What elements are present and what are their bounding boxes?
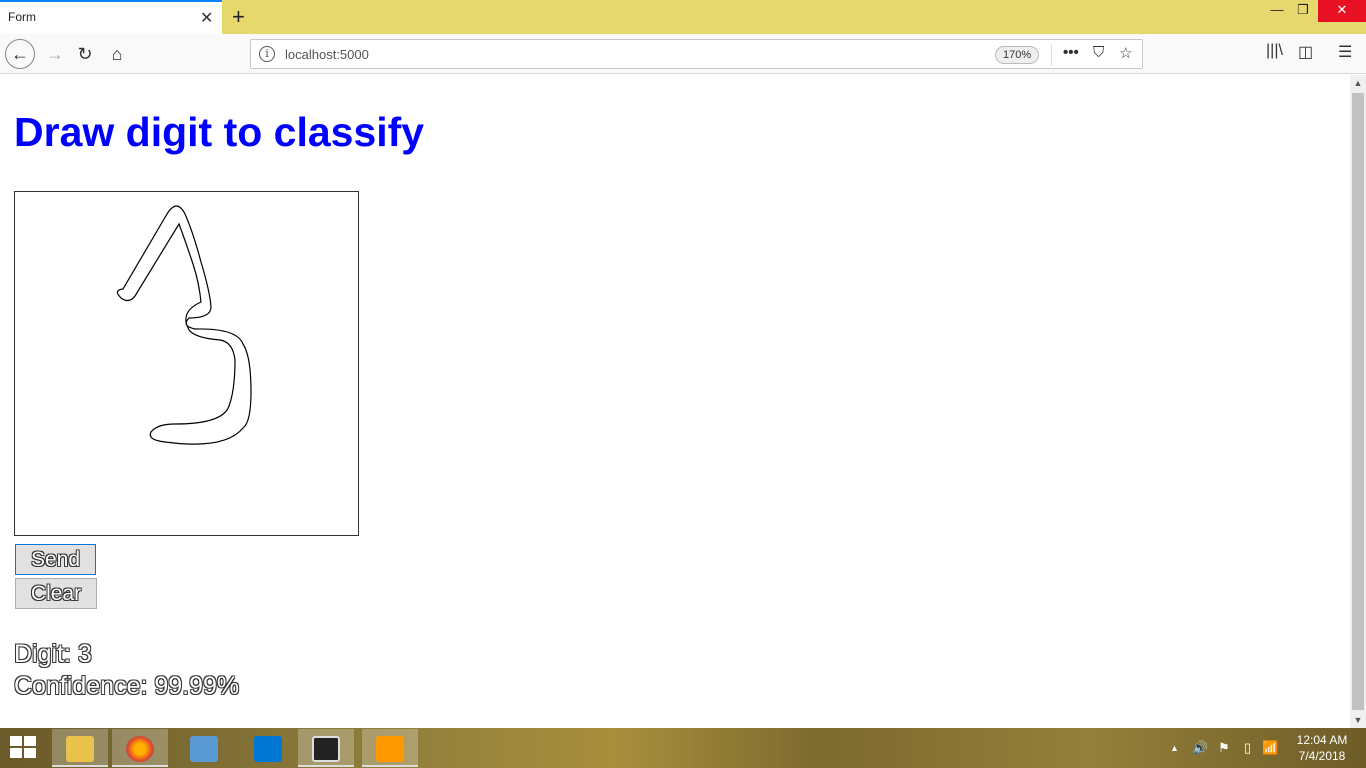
system-clock[interactable]: 12:04 AM 7/4/2018 (1292, 732, 1352, 764)
scroll-up-icon[interactable]: ▲ (1350, 75, 1366, 91)
forward-button[interactable]: → (40, 39, 70, 69)
control-panel-taskbar-button[interactable] (176, 729, 232, 767)
library-icon[interactable]: |||\ (1266, 42, 1283, 60)
drawing-canvas[interactable] (14, 191, 359, 536)
pocket-icon[interactable]: ⛉ (1093, 44, 1104, 61)
clock-time: 12:04 AM (1296, 733, 1348, 747)
sublime-text-icon (376, 736, 404, 762)
network-signal-icon[interactable]: 📶 (1262, 740, 1278, 756)
back-button[interactable]: ← (5, 39, 35, 69)
clear-button[interactable]: Clear (15, 578, 97, 609)
sublime-taskbar-button[interactable] (362, 729, 418, 767)
vscode-taskbar-button[interactable] (240, 729, 296, 767)
battery-icon[interactable]: ▯ (1244, 740, 1251, 756)
firefox-icon (126, 736, 154, 762)
vertical-scrollbar[interactable]: ▲ ▼ (1350, 75, 1366, 728)
control-panel-icon (190, 736, 218, 762)
confidence-result: Confidence: 99.99% (14, 672, 240, 700)
sidebar-icon[interactable]: ◫ (1298, 42, 1313, 62)
firefox-taskbar-button[interactable] (112, 729, 168, 767)
site-info-icon[interactable]: i (259, 46, 275, 62)
tray-chevron-icon[interactable]: ▲ (1170, 743, 1179, 753)
reload-button[interactable]: ↻ (70, 39, 100, 69)
hamburger-menu-icon[interactable]: ☰ (1338, 42, 1352, 62)
scrollbar-thumb[interactable] (1352, 93, 1364, 710)
new-tab-button[interactable]: + (232, 4, 245, 30)
drawn-digit-stroke (116, 205, 252, 445)
close-window-button[interactable]: ✕ (1318, 0, 1366, 22)
file-explorer-taskbar-button[interactable] (52, 729, 108, 767)
volume-icon[interactable]: 🔊 (1192, 740, 1208, 756)
url-text[interactable]: localhost:5000 (285, 47, 369, 62)
page-content: Draw digit to classify Send Clear Digit:… (0, 75, 1350, 728)
home-button[interactable]: ⌂ (102, 39, 132, 69)
action-center-flag-icon[interactable]: ⚑ (1218, 740, 1230, 756)
maximize-button[interactable]: ❐ (1290, 0, 1316, 22)
windows-start-icon[interactable] (10, 736, 38, 760)
windows-taskbar: ▲ 🔊 ⚑ ▯ 📶 12:04 AM 7/4/2018 (0, 728, 1366, 768)
tab-close-icon[interactable]: ✕ (200, 8, 213, 28)
url-divider (1051, 44, 1052, 66)
title-bar: Form ✕ + — ❐ ✕ (0, 0, 1366, 34)
scroll-down-icon[interactable]: ▼ (1350, 712, 1366, 728)
terminal-taskbar-button[interactable] (298, 729, 354, 767)
page-actions-icon[interactable]: ••• (1063, 44, 1079, 61)
url-bar[interactable]: i localhost:5000 170% ••• ⛉ ☆ (250, 39, 1143, 69)
clock-date: 7/4/2018 (1298, 749, 1346, 763)
minimize-button[interactable]: — (1264, 0, 1290, 22)
bookmark-star-icon[interactable]: ☆ (1119, 44, 1132, 62)
folder-icon (66, 736, 94, 762)
tab-title: Form (8, 10, 36, 24)
page-title: Draw digit to classify (14, 109, 425, 155)
send-button[interactable]: Send (15, 544, 96, 575)
vscode-icon (254, 736, 282, 762)
nav-toolbar: ← → ↻ ⌂ i localhost:5000 170% ••• ⛉ ☆ ||… (0, 34, 1366, 74)
zoom-level-badge[interactable]: 170% (995, 46, 1040, 64)
digit-result: Digit: 3 (14, 640, 92, 668)
browser-tab[interactable]: Form ✕ (0, 0, 222, 34)
terminal-icon (312, 736, 340, 762)
